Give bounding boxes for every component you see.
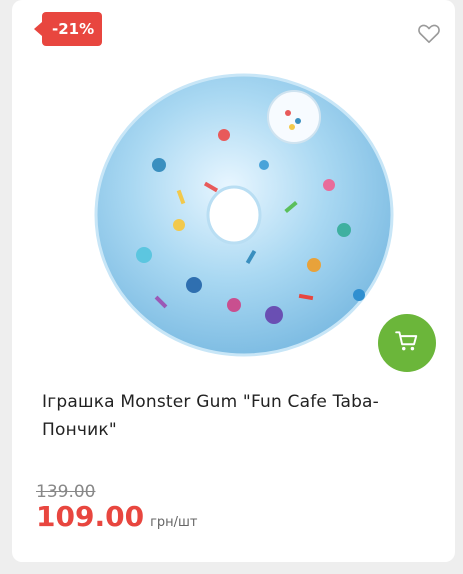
product-card[interactable]: -21% Іграшка Monster Gum "Fun Cafe Taba-… bbox=[12, 0, 455, 562]
cart-icon bbox=[394, 328, 420, 358]
price-unit: грн/шт bbox=[150, 515, 198, 530]
product-title[interactable]: Іграшка Monster Gum "Fun Cafe Taba- Понч… bbox=[42, 388, 442, 444]
price-row: 109.00 грн/шт bbox=[36, 500, 198, 533]
product-image[interactable] bbox=[84, 55, 404, 370]
heart-icon[interactable] bbox=[416, 20, 442, 46]
discount-badge: -21% bbox=[33, 12, 103, 46]
old-price: 139.00 bbox=[36, 482, 96, 502]
current-price: 109.00 bbox=[36, 500, 145, 533]
add-to-cart-button[interactable] bbox=[378, 314, 436, 372]
